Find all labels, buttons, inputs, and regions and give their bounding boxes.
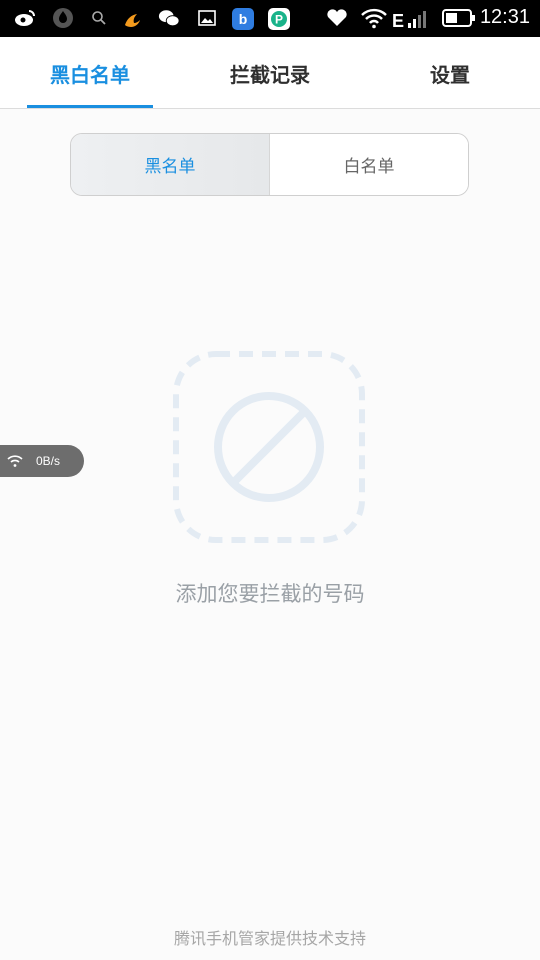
status-time: 12:31 xyxy=(479,6,530,28)
svg-text:P: P xyxy=(275,13,283,27)
blacklist-segment-button[interactable]: 黑名单 xyxy=(71,134,270,195)
network-type-label: E xyxy=(392,11,404,30)
svg-text:b: b xyxy=(239,11,248,27)
weibo-icon xyxy=(14,7,36,29)
network-speed-badge[interactable]: 0B/s xyxy=(0,445,84,477)
p-app-icon: P xyxy=(266,7,292,31)
list-type-segment: 黑名单 白名单 xyxy=(70,133,469,196)
block-icon xyxy=(172,350,366,544)
uc-browser-icon xyxy=(122,7,144,29)
tab-blacklist-whitelist[interactable]: 黑白名单 xyxy=(27,37,153,109)
search-icon xyxy=(88,7,110,29)
baidu-icon: b xyxy=(230,7,256,31)
gallery-icon xyxy=(196,7,218,29)
tab-settings[interactable]: 设置 xyxy=(400,37,500,109)
active-tab-indicator xyxy=(27,105,153,108)
wifi-icon xyxy=(7,455,23,467)
wifi-icon xyxy=(360,7,388,29)
status-bar: b P E 12:31 xyxy=(0,0,540,37)
signal-icon: E xyxy=(392,7,430,30)
tab-bar: 黑白名单 拦截记录 设置 xyxy=(0,37,540,109)
empty-state-text: 添加您要拦截的号码 xyxy=(175,582,365,606)
wechat-icon xyxy=(158,7,180,29)
heart-icon xyxy=(326,7,348,29)
shield-app-icon xyxy=(52,7,74,29)
tab-intercept-records[interactable]: 拦截记录 xyxy=(206,37,334,109)
footer-credit: 腾讯手机管家提供技术支持 xyxy=(173,929,366,948)
whitelist-segment-button[interactable]: 白名单 xyxy=(270,134,468,195)
battery-icon xyxy=(442,7,476,29)
network-speed-text: 0B/s xyxy=(36,454,61,468)
